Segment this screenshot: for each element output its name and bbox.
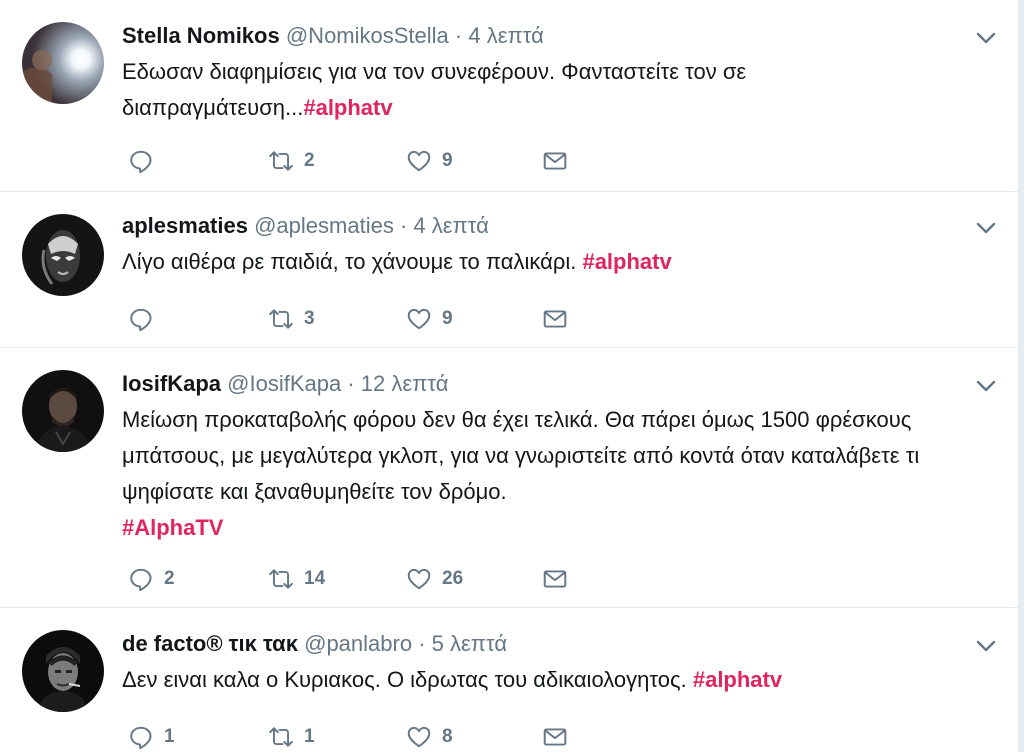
avatar-image [22,22,104,104]
like-button[interactable]: 9 [406,304,453,334]
separator: · [418,631,426,656]
reply-count: 2 [164,568,175,589]
tweet-text: Εδωσαν διαφημίσεις για να τον συνεφέρουν… [122,54,978,126]
retweet-count: 2 [304,150,315,171]
avatar[interactable] [22,22,104,104]
reply-button[interactable]: 2 [128,564,175,594]
tweet-body: Εδωσαν διαφημίσεις για να τον συνεφέρουν… [122,59,747,120]
reply-button[interactable] [128,304,164,334]
envelope-icon [543,570,567,588]
tweet[interactable]: IosifKapa @IosifKapa · 12 λεπτά Μείωση π… [0,348,1018,608]
display-name[interactable]: IosifKapa [122,371,221,396]
chevron-down-icon[interactable] [974,634,998,658]
heart-icon [407,726,431,748]
hashtag-link[interactable]: #AlphaTV [122,515,223,540]
tweet-body: Δεν ειναι καλα ο Κυριακος. Ο ιδρωτας του… [122,667,693,692]
avatar-image [22,630,104,712]
avatar-image [22,370,104,452]
tweet-feed: Stella Nomikos @NomikosStella · 4 λεπτά … [0,0,1018,752]
tweet-header: de facto® τικ τακ @panlabro · 5 λεπτά [122,630,507,658]
hashtag-link[interactable]: #alphatv [303,95,392,120]
heart-icon [407,308,431,330]
reply-button[interactable] [128,146,164,176]
like-count: 26 [442,568,464,589]
timestamp[interactable]: 4 λεπτά [413,213,488,238]
avatar[interactable] [22,370,104,452]
tweet-body: Λίγο αιθέρα ρε παιδιά, το χάνουμε το παλ… [122,249,583,274]
heart-icon [407,150,431,172]
envelope-icon [543,152,567,170]
like-button[interactable]: 8 [406,722,453,752]
timestamp[interactable]: 12 λεπτά [361,371,449,396]
message-button[interactable] [542,146,568,176]
retweet-icon [269,569,293,589]
tweet-actions: 3 9 [122,304,622,334]
tweet-header: Stella Nomikos @NomikosStella · 4 λεπτά [122,22,544,50]
like-count: 9 [442,308,453,329]
separator: · [347,371,355,396]
like-button[interactable]: 26 [406,564,463,594]
reply-icon [130,568,152,592]
tweet-text: Δεν ειναι καλα ο Κυριακος. Ο ιδρωτας του… [122,662,978,698]
retweet-count: 3 [304,308,315,329]
retweet-count: 14 [304,568,326,589]
reply-icon [130,308,152,332]
like-button[interactable]: 9 [406,146,453,176]
timestamp[interactable]: 4 λεπτά [468,23,543,48]
tweet-header: IosifKapa @IosifKapa · 12 λεπτά [122,370,448,398]
chevron-down-icon[interactable] [974,216,998,240]
envelope-icon [543,728,567,746]
retweet-button[interactable]: 3 [268,304,315,334]
avatar-image [22,214,104,296]
message-button[interactable] [542,564,568,594]
retweet-button[interactable]: 2 [268,146,315,176]
reply-count: 1 [164,726,175,747]
retweet-icon [269,151,293,171]
display-name[interactable]: de facto® τικ τακ [122,631,298,656]
scrollbar[interactable] [1018,0,1024,752]
avatar[interactable] [22,214,104,296]
tweet-header: aplesmaties @aplesmaties · 4 λεπτά [122,212,489,240]
retweet-icon [269,727,293,747]
avatar[interactable] [22,630,104,712]
tweet-text: Μείωση προκαταβολής φόρου δεν θα έχει τε… [122,402,978,546]
tweet[interactable]: aplesmaties @aplesmaties · 4 λεπτά Λίγο … [0,192,1018,348]
like-count: 9 [442,150,453,171]
reply-icon [130,726,152,750]
reply-icon [130,150,152,174]
reply-button[interactable]: 1 [128,722,175,752]
display-name[interactable]: aplesmaties [122,213,248,238]
envelope-icon [543,310,567,328]
hashtag-link[interactable]: #alphatv [582,249,671,274]
message-button[interactable] [542,304,568,334]
hashtag-link[interactable]: #alphatv [693,667,782,692]
retweet-button[interactable]: 1 [268,722,315,752]
tweet-actions: 1 1 8 [122,722,622,752]
tweet[interactable]: de facto® τικ τακ @panlabro · 5 λεπτά Δε… [0,608,1018,752]
like-count: 8 [442,726,453,747]
heart-icon [407,568,431,590]
retweet-button[interactable]: 14 [268,564,325,594]
username[interactable]: @IosifKapa [227,371,341,396]
tweet[interactable]: Stella Nomikos @NomikosStella · 4 λεπτά … [0,0,1018,192]
tweet-actions: 2 14 26 [122,564,622,594]
username[interactable]: @NomikosStella [286,23,449,48]
chevron-down-icon[interactable] [974,26,998,50]
message-button[interactable] [542,722,568,752]
tweet-actions: 2 9 [122,146,622,176]
tweet-text: Λίγο αιθέρα ρε παιδιά, το χάνουμε το παλ… [122,244,978,280]
username[interactable]: @panlabro [304,631,412,656]
timestamp[interactable]: 5 λεπτά [432,631,507,656]
retweet-icon [269,309,293,329]
tweet-body: Μείωση προκαταβολής φόρου δεν θα έχει τε… [122,407,920,504]
separator: · [399,213,408,238]
separator: · [454,23,463,48]
username[interactable]: @aplesmaties [254,213,394,238]
display-name[interactable]: Stella Nomikos [122,23,280,48]
chevron-down-icon[interactable] [974,374,998,398]
retweet-count: 1 [304,726,315,747]
